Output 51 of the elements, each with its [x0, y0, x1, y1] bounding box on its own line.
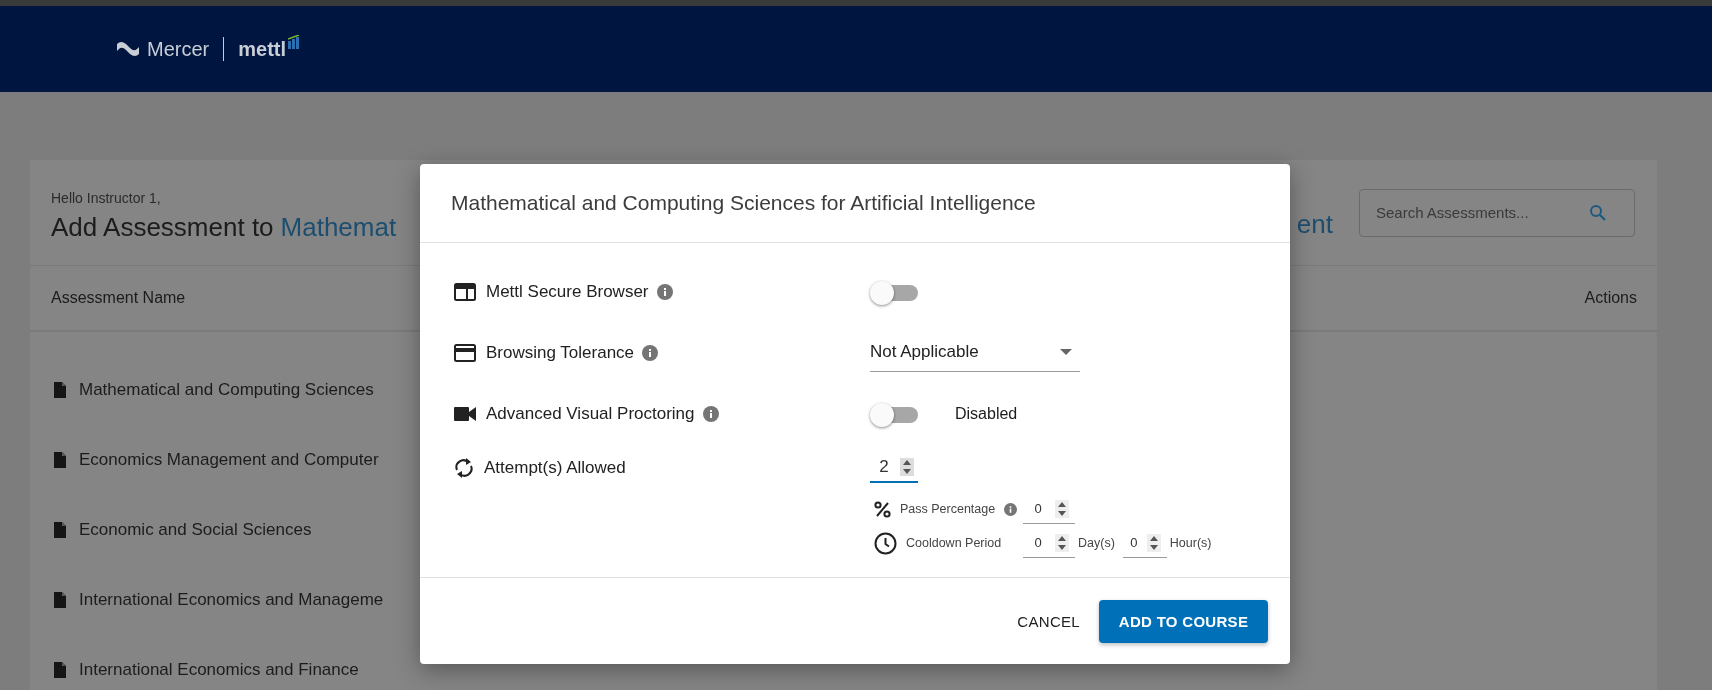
- spinner-icon[interactable]: [1055, 533, 1069, 552]
- status-label: Disabled: [955, 404, 1018, 423]
- browser-window-icon: [454, 282, 476, 301]
- document-icon: [53, 521, 67, 539]
- assessment-name: International Economics and Finance: [79, 660, 359, 680]
- number-field[interactable]: 0: [1122, 528, 1167, 558]
- pass-percentage-label: Pass Percentage: [900, 502, 996, 516]
- info-icon[interactable]: [702, 405, 719, 422]
- cooldown-period-label: Cooldown Period: [906, 536, 1002, 550]
- number-field[interactable]: 2: [870, 453, 918, 483]
- dialog-title: Mathematical and Computing Sciences for Artificial Intelligence: [420, 164, 1290, 243]
- document-icon: [53, 661, 67, 679]
- number-field[interactable]: 0: [1023, 528, 1075, 558]
- greeting-text: Hello Instructor 1,: [51, 190, 161, 206]
- credit-card-icon: [454, 343, 476, 362]
- setting-label: Attempt(s) Allowed: [484, 458, 626, 478]
- document-icon: [53, 591, 67, 609]
- video-camera-icon: [454, 405, 476, 422]
- clock-icon: [874, 531, 897, 555]
- unit-label: Day(s): [1078, 536, 1115, 550]
- spinner-icon[interactable]: [1146, 533, 1161, 552]
- info-icon[interactable]: [656, 283, 673, 300]
- document-icon: [53, 451, 67, 469]
- spinner-icon[interactable]: [1055, 499, 1069, 518]
- dropdown[interactable]: Not Applicable: [870, 333, 1080, 372]
- percent-icon: [874, 500, 891, 518]
- spinner-icon[interactable]: [900, 458, 914, 476]
- refresh-icon: [454, 457, 474, 479]
- setting-label: Browsing Tolerance: [486, 342, 635, 363]
- column-header: Assessment Name: [51, 289, 186, 307]
- bars-icon: [288, 35, 301, 49]
- cancel-button[interactable]: CANCEL: [1013, 604, 1084, 638]
- assessment-name: International Economics and Manageme: [79, 590, 384, 610]
- document-icon: [53, 381, 67, 399]
- logo-icon: [115, 40, 141, 58]
- assessment-name: Economics Management and Computer: [79, 450, 379, 470]
- product-name: mettl: [238, 37, 287, 61]
- setting-label: Advanced Visual Proctoring: [486, 403, 695, 424]
- unit-label: Hour(s): [1169, 536, 1212, 550]
- page-title: Add Assessment to: [51, 212, 274, 243]
- info-icon[interactable]: [1004, 502, 1018, 516]
- add-to-course-button[interactable]: ADD TO COURSE: [1099, 599, 1268, 643]
- brand-name: Mercer: [147, 37, 210, 61]
- setting-label: Mettl Secure Browser: [486, 281, 649, 302]
- info-icon[interactable]: [642, 344, 659, 361]
- number-field[interactable]: 0: [1023, 494, 1075, 524]
- search-field[interactable]: Search Assessments...: [1359, 188, 1635, 237]
- caret-icon[interactable]: [1060, 349, 1072, 355]
- assessment-name: Mathematical and Computing Sciences: [79, 380, 374, 400]
- assessment-name: Economic and Social Sciences: [79, 520, 312, 540]
- column-header: Actions: [1584, 289, 1637, 307]
